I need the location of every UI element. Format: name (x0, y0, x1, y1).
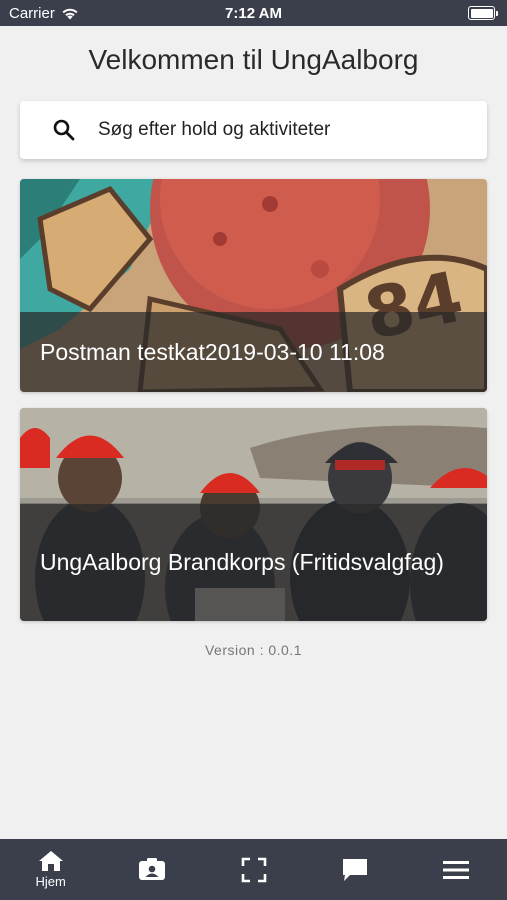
status-time: 7:12 AM (225, 5, 282, 22)
search-input[interactable] (98, 119, 438, 141)
tab-scan[interactable] (203, 839, 304, 900)
search-bar[interactable] (20, 101, 487, 159)
chat-bubble-icon (342, 858, 367, 881)
tab-contact[interactable] (101, 839, 202, 900)
tab-home[interactable]: Hjem (0, 839, 101, 900)
tab-bar: Hjem (0, 839, 507, 900)
battery-icon (468, 6, 498, 20)
tab-home-label: Hjem (35, 874, 66, 889)
activity-card[interactable]: 84 Postman testkat2019-03-10 11:08 (20, 179, 487, 392)
status-bar: Carrier 7:12 AM (0, 0, 507, 26)
contact-card-icon (139, 857, 166, 880)
activity-card[interactable]: UngAalborg Brandkorps (Fritidsvalgfag) (20, 408, 487, 621)
page-title: Velkommen til UngAalborg (88, 44, 419, 75)
card-title-overlay: Postman testkat2019-03-10 11:08 (20, 312, 487, 392)
scan-frame-icon (241, 857, 266, 882)
search-icon (53, 119, 75, 141)
tab-menu[interactable] (406, 839, 507, 900)
home-icon (38, 851, 63, 871)
card-title: Postman testkat2019-03-10 11:08 (40, 338, 385, 365)
card-title-overlay: UngAalborg Brandkorps (Fritidsvalgfag) (20, 504, 487, 621)
version-label: Version : 0.0.1 (204, 642, 302, 658)
card-title: UngAalborg Brandkorps (Fritidsvalgfag) (40, 549, 444, 575)
tab-messages[interactable] (304, 839, 405, 900)
menu-icon (443, 860, 470, 879)
